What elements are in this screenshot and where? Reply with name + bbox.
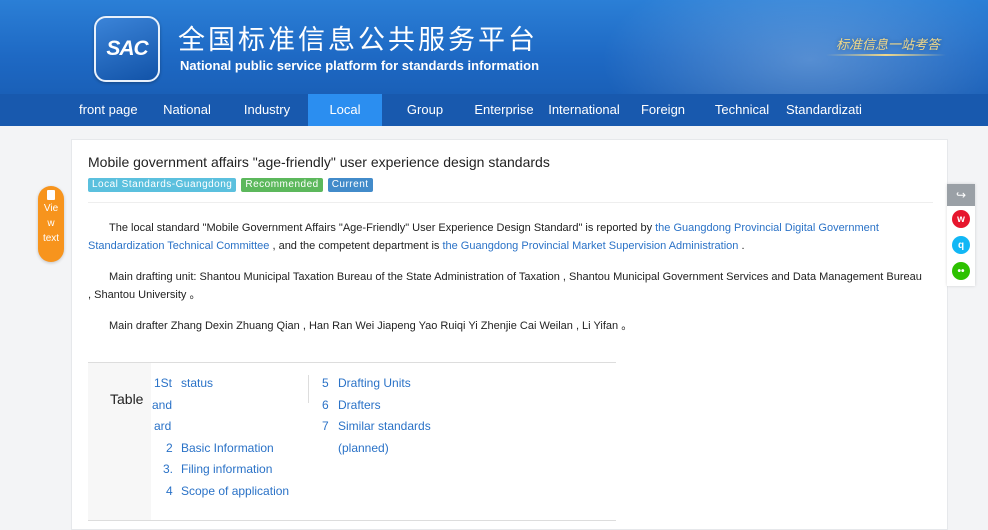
sac-logo[interactable]: SAC	[94, 16, 160, 82]
wechat-icon[interactable]: ••	[952, 262, 970, 280]
toc-num: 7	[322, 419, 329, 434]
toc-num: 1St	[154, 376, 173, 390]
toc-item-drafting-units[interactable]: 5 Drafting Units	[321, 373, 521, 395]
view-text-button[interactable]: Vie w text	[38, 186, 64, 262]
intro-paragraph: The local standard "Mobile Government Af…	[88, 219, 924, 255]
toc-item-status-cont[interactable]: ard	[151, 416, 311, 438]
toc-num: 4	[166, 483, 173, 498]
header-slogan: 标准信息一站考答	[836, 37, 941, 52]
intro-text: The local standard "Mobile Government Af…	[109, 222, 656, 234]
toc-text: Drafters	[338, 397, 381, 412]
nav-item-group[interactable]: Group	[386, 94, 464, 126]
table-of-contents: Table 1St status and ard 2 Basic Informa…	[88, 362, 616, 521]
toc-num: and	[152, 397, 173, 412]
site-header: SAC 全国标准信息公共服务平台 National public service…	[0, 0, 988, 94]
toc-num: 2	[166, 440, 173, 455]
document-icon	[47, 190, 55, 200]
slogan-underline	[826, 54, 946, 56]
toc-item-filing-information[interactable]: 3. Filing information	[151, 459, 311, 481]
tag-recommended: Recommended	[241, 178, 323, 192]
intro-text: .	[738, 240, 745, 252]
standard-detail-card: Mobile government affairs "age-friendly"…	[71, 139, 948, 530]
toc-label: Table	[110, 391, 144, 407]
share-sidebar: ↪ w q ••	[947, 184, 975, 286]
toc-column-2: 5 Drafting Units 6 Drafters 7 Similar st…	[321, 373, 521, 459]
main-nav: front page National Industry Local Group…	[0, 94, 988, 126]
view-text-label: text	[42, 233, 60, 244]
nav-item-local[interactable]: Local	[308, 94, 382, 126]
drafter-paragraph: Main drafter Zhang Dexin Zhuang Qian , H…	[88, 317, 924, 335]
toc-item-status[interactable]: 1St status	[151, 373, 311, 395]
toc-text: Basic Information	[181, 440, 274, 455]
drafting-unit-paragraph: Main drafting unit: Shantou Municipal Ta…	[88, 268, 924, 304]
drafter-text: Main drafter Zhang Dexin Zhuang Qian , H…	[109, 320, 633, 332]
site-title-cn: 全国标准信息公共服务平台	[178, 25, 538, 56]
toc-num: 6	[322, 397, 329, 412]
nav-item-front-page[interactable]: front page	[79, 94, 139, 126]
share-icon[interactable]: ↪	[947, 184, 975, 206]
toc-item-scope[interactable]: 4 Scope of application	[151, 481, 311, 503]
intro-text: , and the competent department is	[269, 240, 443, 252]
department-link[interactable]: the Guangdong Provincial Market Supervis…	[442, 240, 738, 252]
toc-item-similar-standards-cont[interactable]: (planned)	[321, 438, 521, 460]
standard-title: Mobile government affairs "age-friendly"…	[88, 154, 550, 170]
toc-label-box: Table	[88, 363, 151, 520]
nav-item-standardization[interactable]: Standardizati	[782, 94, 870, 126]
view-text-label: w	[47, 218, 55, 229]
toc-text: Scope of application	[181, 483, 290, 498]
nav-item-international[interactable]: International	[545, 94, 623, 126]
toc-text: Drafting Units	[338, 376, 411, 390]
toc-column-1: 1St status and ard 2 Basic Information 3…	[151, 373, 311, 503]
toc-text: status	[181, 376, 214, 390]
toc-num: 5	[322, 376, 329, 390]
toc-item-basic-information[interactable]: 2 Basic Information	[151, 438, 311, 460]
drafting-unit-text: Main drafting unit: Shantou Municipal Ta…	[88, 271, 922, 301]
toc-item-status-cont[interactable]: and	[151, 395, 311, 417]
title-divider	[88, 202, 933, 203]
site-title-en: National public service platform for sta…	[180, 58, 540, 73]
toc-num: 3.	[163, 462, 174, 477]
toc-num: ard	[154, 419, 172, 434]
tag-current: Current	[327, 178, 373, 192]
nav-item-enterprise[interactable]: Enterprise	[465, 94, 543, 126]
weibo-icon[interactable]: w	[952, 210, 970, 228]
toc-item-drafters[interactable]: 6 Drafters	[321, 395, 521, 417]
nav-item-national[interactable]: National	[148, 94, 226, 126]
toc-text: Similar standards	[338, 419, 431, 434]
toc-item-similar-standards[interactable]: 7 Similar standards	[321, 416, 521, 438]
nav-item-industry[interactable]: Industry	[228, 94, 306, 126]
nav-item-technical[interactable]: Technical	[703, 94, 781, 126]
qq-icon[interactable]: q	[952, 236, 970, 254]
view-text-label: Vie	[43, 203, 59, 214]
status-tags: Local Standards-Guangdong Recommended Cu…	[88, 178, 373, 192]
logo-text: SAC	[106, 37, 148, 60]
nav-item-foreign[interactable]: Foreign	[624, 94, 702, 126]
tag-local-standard: Local Standards-Guangdong	[88, 178, 237, 192]
toc-text: Filing information	[181, 462, 273, 477]
toc-text: (planned)	[338, 440, 389, 455]
toc-separator	[308, 375, 309, 403]
